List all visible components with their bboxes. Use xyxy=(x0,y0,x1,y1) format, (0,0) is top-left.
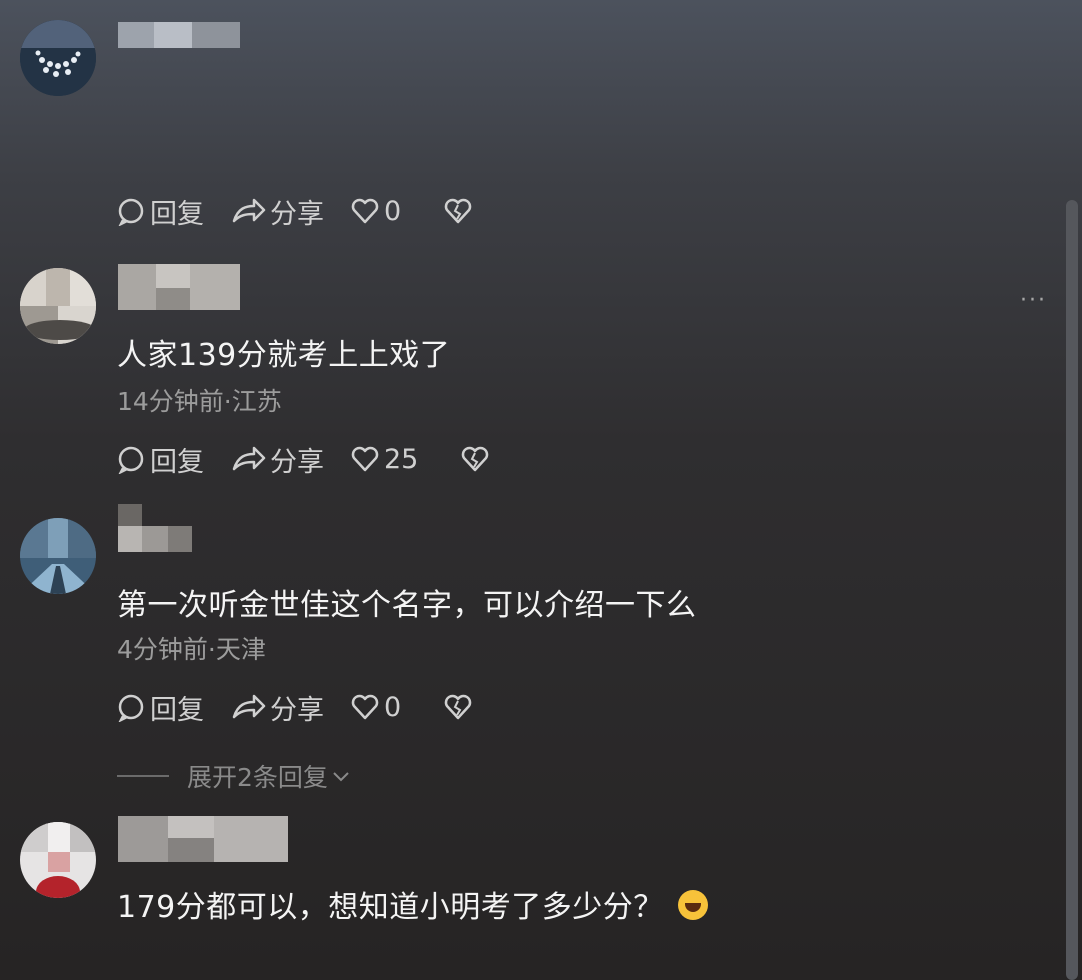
avatar-image xyxy=(20,268,96,344)
like-count: 0 xyxy=(384,195,402,227)
share-label: 分享 xyxy=(270,446,324,478)
like-count: 25 xyxy=(384,443,419,475)
divider-line xyxy=(117,775,169,777)
avatar[interactable] xyxy=(20,822,96,898)
heart-icon xyxy=(351,694,379,720)
comment-bubble-icon xyxy=(118,694,144,722)
avatar[interactable] xyxy=(20,268,96,344)
comment-actions: 回复 分享 25 xyxy=(116,440,520,479)
share-arrow-icon xyxy=(232,694,266,719)
dislike-button[interactable] xyxy=(443,692,477,722)
broken-heart-icon xyxy=(444,198,472,224)
chevron-down-icon xyxy=(333,772,349,782)
heart-icon xyxy=(351,198,379,224)
comment-bubble-icon xyxy=(118,446,144,474)
scrollbar[interactable] xyxy=(1066,200,1078,980)
like-button[interactable]: 25 xyxy=(350,444,418,475)
avatar-image xyxy=(20,518,96,594)
like-button[interactable]: 0 xyxy=(350,196,401,227)
reply-label: 回复 xyxy=(150,446,204,478)
broken-heart-icon xyxy=(444,694,472,720)
comment-actions: 回复 分享 0 xyxy=(116,192,503,231)
share-label: 分享 xyxy=(270,694,324,726)
more-options-button[interactable]: ··· xyxy=(1020,288,1047,313)
avatar[interactable] xyxy=(20,20,96,96)
comment-meta: 14分钟前·江苏 xyxy=(117,387,282,416)
reply-label: 回复 xyxy=(150,694,204,726)
expand-replies-button[interactable]: 展开2条回复 xyxy=(117,758,352,794)
share-label: 分享 xyxy=(270,198,324,230)
dislike-button[interactable] xyxy=(443,196,477,226)
comment-bubble-icon xyxy=(118,198,144,226)
comment-text-content: 179分都可以，想知道小明考了多少分？ xyxy=(117,890,664,925)
avatar-image xyxy=(20,822,96,898)
share-button[interactable]: 分享 xyxy=(230,192,324,231)
expand-replies-label: 展开2条回复 xyxy=(187,763,328,792)
heart-icon xyxy=(351,446,379,472)
comment-text: 第一次听金世佳这个名字，可以介绍一下么 xyxy=(117,588,697,623)
share-button[interactable]: 分享 xyxy=(230,440,324,479)
broken-heart-icon xyxy=(462,446,489,472)
comment-text: 人家139分就考上上戏了 xyxy=(117,338,451,373)
like-count: 0 xyxy=(384,691,402,723)
reply-label: 回复 xyxy=(150,198,204,230)
avatar[interactable] xyxy=(20,518,96,594)
share-button[interactable]: 分享 xyxy=(230,688,324,727)
laughing-emoji-icon xyxy=(677,889,708,920)
share-arrow-icon xyxy=(232,446,266,471)
comment-meta: 4分钟前·天津 xyxy=(117,635,266,664)
comment-actions: 回复 分享 0 xyxy=(116,688,503,727)
reply-button[interactable]: 回复 xyxy=(116,688,204,727)
reply-button[interactable]: 回复 xyxy=(116,192,204,231)
share-arrow-icon xyxy=(232,198,266,223)
dislike-button[interactable] xyxy=(460,444,494,474)
avatar-image xyxy=(20,20,96,96)
comment-text: 179分都可以，想知道小明考了多少分？ xyxy=(117,882,708,926)
reply-button[interactable]: 回复 xyxy=(116,440,204,479)
like-button[interactable]: 0 xyxy=(350,692,401,723)
